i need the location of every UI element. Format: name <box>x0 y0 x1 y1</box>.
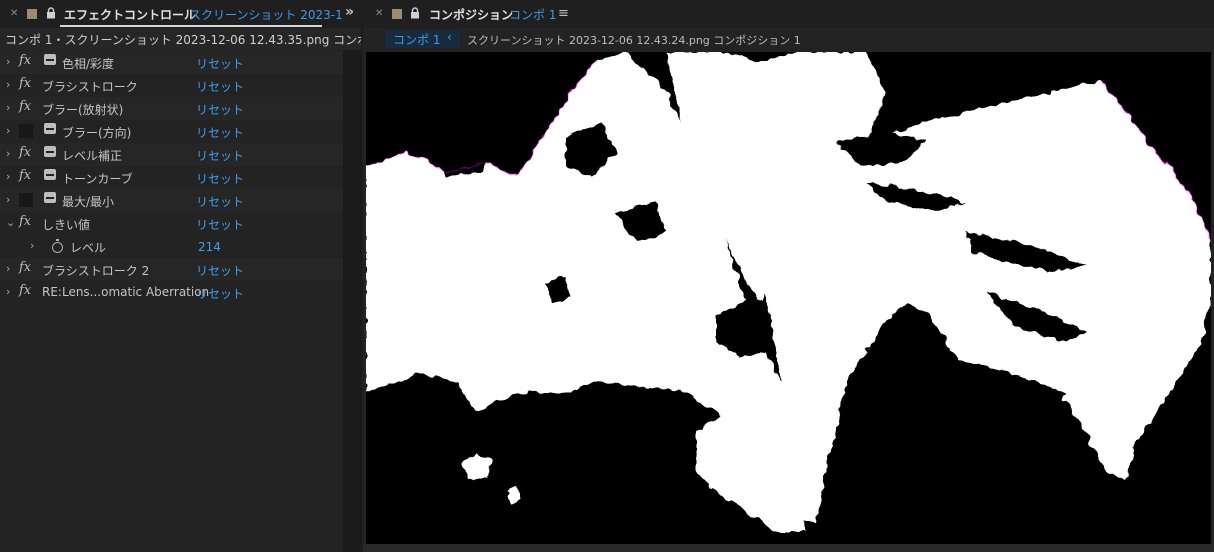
label-color-swatch[interactable] <box>27 9 37 19</box>
crumb-active-label[interactable]: コンポ 1 <box>393 31 440 48</box>
fx-toggle-icon[interactable]: fx <box>19 76 31 91</box>
effect-reset-link[interactable]: リセット <box>196 101 244 118</box>
effect-preset-badge-icon <box>44 123 56 134</box>
caret-right-icon[interactable]: › <box>6 193 10 206</box>
caret-right-icon[interactable]: › <box>6 170 10 183</box>
effect-preset-badge-icon <box>44 169 56 180</box>
param-row[interactable]: › レベル 214 <box>0 235 343 258</box>
param-value-scrub[interactable]: 214 <box>198 240 221 254</box>
effect-reset-link[interactable]: リセット <box>196 262 244 279</box>
effect-name[interactable]: RE:Lens...omatic Aberration <box>42 285 209 299</box>
label-color-swatch[interactable] <box>392 9 402 19</box>
param-name: レベル <box>70 241 107 255</box>
caret-right-icon[interactable]: › <box>6 262 10 275</box>
caret-right-icon[interactable]: › <box>6 55 10 68</box>
hamburger-menu-icon[interactable]: ≡ <box>558 6 569 21</box>
effect-name[interactable]: ブラシストローク <box>42 78 138 95</box>
fx-toggle-icon[interactable]: fx <box>19 99 31 114</box>
effect-name[interactable]: しきい値 <box>42 216 90 233</box>
caret-right-icon[interactable]: › <box>30 239 34 252</box>
fx-toggle-icon[interactable]: fx <box>19 53 31 68</box>
crumb-source-comp[interactable]: スクリーンショット 2023-12-06 12.43.24.png コンポジショ… <box>467 32 801 48</box>
effect-name[interactable]: 最大/最小 <box>62 193 114 210</box>
caret-down-icon[interactable]: ⌄ <box>6 216 15 229</box>
fx-toggle-icon[interactable]: fx <box>19 145 31 160</box>
effect-preset-badge-icon <box>44 146 56 157</box>
effect-controls-tab-title[interactable]: エフェクトコントロール <box>64 6 196 23</box>
composition-bottom-toolbar <box>363 544 1214 552</box>
caret-right-icon[interactable]: › <box>6 124 10 137</box>
effect-controls-tab-layer[interactable]: スクリーンショット 2023-1 <box>189 6 343 23</box>
effect-reset-link[interactable]: リセット <box>196 147 244 164</box>
composition-tab-comp-name[interactable]: コンポ 1 <box>509 6 556 23</box>
effect-name[interactable]: 色相/彩度 <box>62 55 114 72</box>
fx-disabled-box-icon[interactable] <box>19 193 33 207</box>
effect-reset-link[interactable]: リセット <box>196 216 244 233</box>
effect-controls-scrollbar[interactable] <box>343 50 361 552</box>
effect-row[interactable]: › fx ブラシストローク リセット <box>0 74 343 97</box>
fx-disabled-box-icon[interactable] <box>19 124 33 138</box>
close-icon[interactable]: ✕ <box>10 8 18 19</box>
effect-name[interactable]: ブラシストローク 2 <box>42 262 149 279</box>
effect-row[interactable]: › ブラー(方向) リセット <box>0 120 343 143</box>
fx-toggle-icon[interactable]: fx <box>19 214 31 229</box>
effect-controls-tabbar: ✕ エフェクトコントロール スクリーンショット 2023-1 » <box>0 0 361 28</box>
threshold-render-image <box>366 52 1211 544</box>
effect-reset-link[interactable]: リセット <box>196 193 244 210</box>
effect-row[interactable]: › 最大/最小 リセット <box>0 189 343 212</box>
caret-right-icon[interactable]: › <box>6 78 10 91</box>
effect-row[interactable]: › fx ブラー(放射状) リセット <box>0 97 343 120</box>
effect-controls-breadcrumb: コンポ 1・スクリーンショット 2023-12-06 12.43.35.png … <box>0 28 361 50</box>
lock-icon[interactable] <box>410 7 420 19</box>
active-tab-underline <box>60 25 322 27</box>
crumb-arrow-icon[interactable]: ‹ <box>447 30 452 44</box>
effect-row[interactable]: › fx ブラシストローク 2 リセット <box>0 258 343 281</box>
effect-reset-link[interactable]: リセット <box>196 78 244 95</box>
composition-tab-title[interactable]: コンポジション <box>429 6 513 23</box>
effect-name[interactable]: ブラー(方向) <box>62 124 131 141</box>
effect-name[interactable]: ブラー(放射状) <box>42 101 123 118</box>
effect-reset-link[interactable]: リセット <box>196 124 244 141</box>
caret-right-icon[interactable]: › <box>6 285 10 298</box>
composition-crumb-active[interactable]: コンポ 1 ‹ <box>385 30 460 48</box>
composition-viewer[interactable] <box>366 52 1211 544</box>
effect-reset-link[interactable]: リセット <box>196 285 244 302</box>
effect-reset-link[interactable]: リセット <box>196 170 244 187</box>
lock-icon[interactable] <box>46 7 56 19</box>
caret-right-icon[interactable]: › <box>6 147 10 160</box>
composition-tabbar: ✕ コンポジション コンポ 1 ≡ <box>363 0 1214 28</box>
double-chevron-right-icon[interactable]: » <box>345 4 354 20</box>
effect-row[interactable]: › fx RE:Lens...omatic Aberration リセット <box>0 281 343 304</box>
caret-right-icon[interactable]: › <box>6 101 10 114</box>
effect-name[interactable]: レベル補正 <box>62 147 122 164</box>
close-icon[interactable]: ✕ <box>375 8 383 19</box>
fx-toggle-icon[interactable]: fx <box>19 260 31 275</box>
effect-row[interactable]: › fx トーンカーブ リセット <box>0 166 343 189</box>
fx-toggle-icon[interactable]: fx <box>19 168 31 183</box>
effect-preset-badge-icon <box>44 192 56 203</box>
effect-reset-link[interactable]: リセット <box>196 55 244 72</box>
comp-layer-label: コンポ 1・スクリーンショット 2023-12-06 12.43.35.png … <box>5 33 361 47</box>
fx-toggle-icon[interactable]: fx <box>19 283 31 298</box>
effect-row[interactable]: ⌄ fx しきい値 リセット <box>0 212 343 235</box>
effect-preset-badge-icon <box>44 54 56 65</box>
effect-row[interactable]: › fx 色相/彩度 リセット <box>0 51 343 74</box>
effect-row[interactable]: › fx レベル補正 リセット <box>0 143 343 166</box>
effect-name[interactable]: トーンカーブ <box>62 170 133 187</box>
stopwatch-icon[interactable] <box>52 239 63 253</box>
